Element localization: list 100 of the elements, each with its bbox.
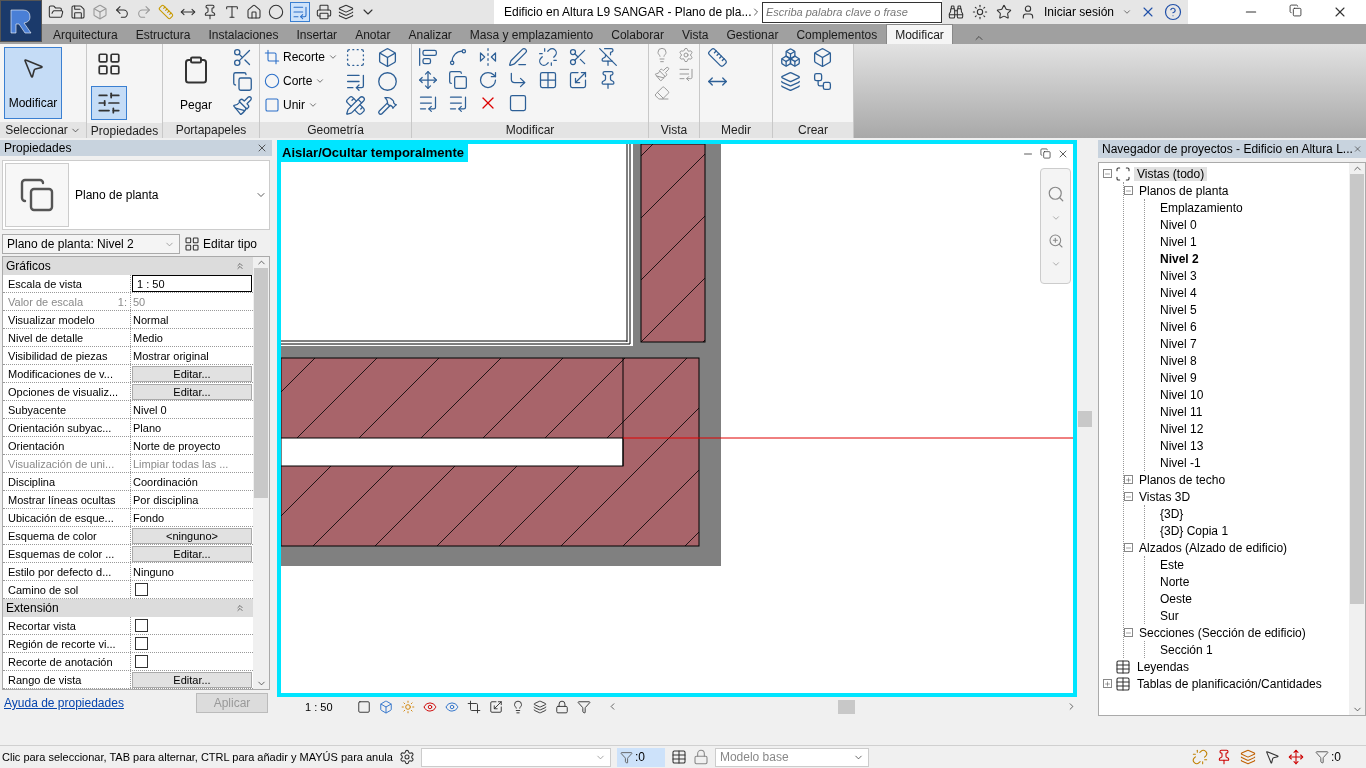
tree-item[interactable]: {3D} Copia 1 [1157,523,1232,538]
edit-button[interactable]: Editar... [132,671,252,688]
ribbon-button[interactable]: Recorte [264,47,339,66]
filter-counter[interactable]: :0 [616,747,665,767]
edit-button[interactable]: Editar... [132,365,252,382]
tree-item[interactable]: Nivel 12 [1157,421,1207,436]
scrollbar[interactable] [253,257,269,690]
selection-filter[interactable]: :0 [1312,747,1360,767]
undo-icon[interactable] [114,4,130,20]
scissors-icon[interactable] [231,47,253,68]
section-header[interactable]: Extensión [3,599,253,618]
checkbox[interactable] [135,583,148,597]
ribbon-tab[interactable]: Insertar [287,24,347,44]
cube-icon[interactable] [379,699,393,714]
tree-item[interactable]: Vistas (todo) [1134,166,1208,181]
align-icon[interactable] [418,47,438,67]
panel-title[interactable]: Seleccionar [0,122,86,138]
tree-item[interactable]: Planos de planta [1136,183,1232,198]
scrollbar[interactable] [1349,163,1365,715]
ribbon-tab[interactable]: Instalaciones [199,24,288,44]
tree-item[interactable]: Planos de techo [1136,472,1229,487]
hammer-icon[interactable] [376,95,398,116]
tree-item[interactable]: Nivel 3 [1157,268,1200,283]
brush-icon[interactable] [231,95,253,116]
section-header[interactable]: Gráficos [3,257,253,276]
restore-icon[interactable] [1289,4,1302,17]
tree-item[interactable]: Nivel 9 [1157,370,1200,385]
ribbon-tab[interactable]: Gestionar [717,24,788,44]
house-icon[interactable] [246,4,262,20]
ribbon-tab[interactable]: Estructura [126,24,200,44]
tree-item[interactable]: Oeste [1157,591,1195,606]
tree-item[interactable]: Nivel 0 [1157,217,1200,232]
edit-type-button[interactable]: Editar tipo [184,236,258,253]
sign-in-link[interactable]: Iniciar sesión [1044,5,1115,19]
unpin-icon[interactable] [598,47,618,67]
tree-item[interactable]: Nivel 13 [1157,438,1207,453]
filter-icon[interactable] [577,699,591,714]
help-link[interactable]: Ayuda de propiedades [4,696,124,711]
tree-item[interactable]: Secciones (Sección de edificio) [1136,625,1309,640]
ruler-icon[interactable] [706,47,728,68]
scale-icon[interactable] [568,70,588,90]
collapse-toggle[interactable] [1124,186,1133,195]
ribbon-tab[interactable]: Modificar [886,24,953,44]
help-icon[interactable] [1164,3,1183,21]
boxes-icon[interactable] [779,47,801,68]
layers-icon[interactable] [779,71,801,92]
scale-field[interactable]: 1 : 50 [132,275,252,293]
tree-item[interactable]: Sur [1157,608,1182,623]
copy-icon[interactable] [448,70,468,90]
box-icon[interactable] [376,47,398,68]
square-icon[interactable] [508,93,528,113]
square-icon[interactable] [344,47,366,68]
tree-item[interactable]: {3D} [1157,506,1187,521]
pen-icon[interactable] [508,47,528,67]
checkbox[interactable] [135,619,148,633]
tree-item[interactable]: Norte [1157,574,1193,589]
type-selector[interactable]: Plano de planta [2,160,270,231]
ribbon-tab[interactable]: Vista [672,24,718,44]
drawing-canvas[interactable]: Aislar/Ocultar temporalmente [277,140,1077,697]
collapse-toggle[interactable] [1124,628,1133,637]
tree-item[interactable]: Nivel 5 [1157,302,1200,317]
circle-icon[interactable] [376,71,398,92]
ribbon-button[interactable]: Pegar [167,47,225,119]
ribbon-tab[interactable]: Masa y emplazamiento [460,24,603,44]
trim-icon[interactable] [508,70,528,90]
lock-icon[interactable] [555,699,569,714]
tree-item[interactable]: Vistas 3D [1136,489,1194,504]
tree-item[interactable]: Nivel -1 [1157,455,1204,470]
tree-item[interactable]: Emplazamiento [1157,200,1246,215]
collapse-toggle[interactable] [1124,543,1133,552]
expand-toggle[interactable] [1124,475,1133,484]
tree-item[interactable]: Alzados (Alzado de edificio) [1136,540,1291,555]
table-icon[interactable] [670,749,687,765]
move-icon[interactable] [418,70,438,90]
scrollbar-thumb[interactable] [838,699,855,714]
ribbon-button[interactable]: Modificar [4,47,62,119]
ribbon-tab[interactable]: Arquitectura [44,24,127,44]
app-menu-button[interactable] [0,0,42,42]
ribbon-button[interactable]: Corte [264,71,339,90]
tree-item[interactable]: Nivel 7 [1157,336,1200,351]
thin-lines-button[interactable] [290,2,310,22]
search-field[interactable]: Escriba palabra clave o frase [762,1,942,23]
pencil-ruler-icon[interactable] [344,95,366,116]
text-icon[interactable] [224,4,240,20]
eraser-icon[interactable] [654,85,670,101]
binoculars-icon[interactable] [948,4,964,20]
folder-icon[interactable] [48,4,64,20]
ribbon-tab[interactable]: Analizar [399,24,461,44]
eye-icon[interactable] [445,699,459,714]
save-icon[interactable] [70,4,86,20]
checkbox[interactable] [135,637,148,651]
lightbulb-icon[interactable] [511,699,525,714]
eye-icon[interactable] [423,699,437,714]
instance-dropdown[interactable]: Plano de planta: Nivel 2 [2,234,180,255]
workflow-icon[interactable] [811,71,833,92]
circle-icon[interactable] [268,4,284,20]
layers-icon[interactable] [338,4,354,20]
tree-item[interactable]: Este [1157,557,1187,572]
gear-icon[interactable] [398,749,415,765]
tree-item[interactable]: Nivel 6 [1157,319,1200,334]
